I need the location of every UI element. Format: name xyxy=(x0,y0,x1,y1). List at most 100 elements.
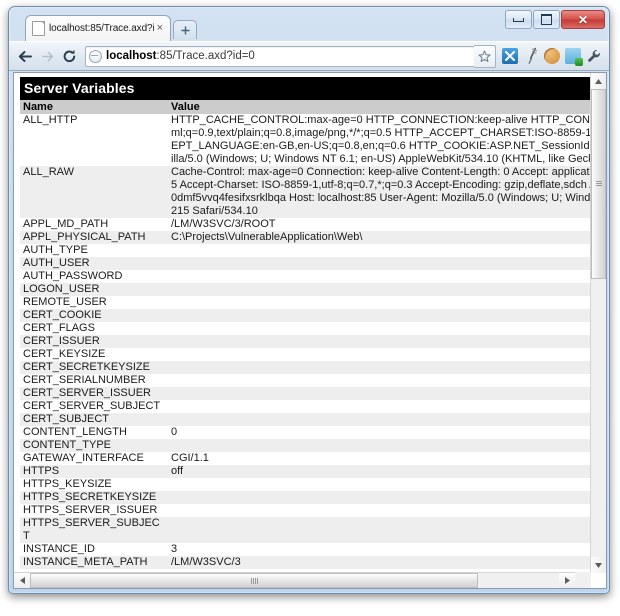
minimize-icon xyxy=(513,17,524,22)
variable-value-cell: HTTP_CACHE_CONTROL:max-age=0 HTTP_CONNEC… xyxy=(168,114,591,166)
variable-value-cell xyxy=(168,504,591,517)
variable-name-cell: CERT_SERVER_SUBJECT xyxy=(20,400,168,413)
variable-value-cell: /LM/W3SVC/3/ROOT xyxy=(168,218,591,231)
variable-name-cell: HTTPS xyxy=(20,465,168,478)
scroll-right-button[interactable] xyxy=(559,573,575,588)
cookie-icon xyxy=(544,48,560,64)
vertical-scrollbar[interactable] xyxy=(590,73,606,573)
scroll-left-button[interactable] xyxy=(14,573,30,588)
table-row: APPL_MD_PATH/LM/W3SVC/3/ROOT xyxy=(20,218,591,231)
variable-name-cell: CERT_SUBJECT xyxy=(20,413,168,426)
desktop-background: localhost:85/Trace.axd?id... × ✕ xyxy=(0,0,620,616)
maximize-button[interactable] xyxy=(533,10,560,29)
variable-value-cell xyxy=(168,296,591,309)
variable-name-cell: CERT_SERIALNUMBER xyxy=(20,374,168,387)
close-button[interactable]: ✕ xyxy=(561,10,605,29)
variable-value-cell xyxy=(168,478,591,491)
variable-name-cell: CERT_KEYSIZE xyxy=(20,348,168,361)
variable-name-cell: CONTENT_TYPE xyxy=(20,439,168,452)
variable-value-cell xyxy=(168,400,591,413)
minimize-button[interactable] xyxy=(505,10,532,29)
variable-value-cell xyxy=(168,387,591,400)
variable-name-cell: ALL_RAW xyxy=(20,166,168,218)
extension-x-button[interactable] xyxy=(500,46,520,66)
bookmark-star-button[interactable] xyxy=(474,44,496,68)
variable-name-cell: CONTENT_LENGTH xyxy=(20,426,168,439)
variable-name-cell: APPL_PHYSICAL_PATH xyxy=(20,231,168,244)
extension-dart-button[interactable] xyxy=(518,43,544,69)
table-row: APPL_PHYSICAL_PATH C:\Projects\Vulnerable… xyxy=(20,231,591,244)
variable-name-cell: REMOTE_USER xyxy=(20,296,168,309)
table-row: CERT_SERVER_ISSUER xyxy=(20,387,591,400)
table-row: INSTANCE_META_PATH/LM/W3SVC/3 xyxy=(20,556,591,569)
scrollbar-grip-icon xyxy=(251,578,258,584)
table-row: LOGON_USER xyxy=(20,283,591,296)
table-row: AUTH_USER xyxy=(20,257,591,270)
variable-value-cell xyxy=(168,270,591,283)
back-button[interactable] xyxy=(14,45,36,67)
variable-name-cell: INSTANCE_META_PATH xyxy=(20,556,168,569)
table-body: ALL_HTTP HTTP_CACHE_CONTROL:max-age=0 HTT… xyxy=(20,114,591,569)
close-icon: ✕ xyxy=(577,12,589,27)
variable-name-cell: ALL_HTTP xyxy=(20,114,168,166)
skype-icon xyxy=(565,48,583,66)
variable-value-cell: 3 xyxy=(168,543,591,556)
variable-name-cell: CERT_SERVER_ISSUER xyxy=(20,387,168,400)
server-variables-table: Name Value ALL_HTTP HTTP_CACHE_CONTROL:ma… xyxy=(20,100,591,569)
variable-value-cell xyxy=(168,517,591,543)
variable-name-cell: HTTPS_KEYSIZE xyxy=(20,478,168,491)
variable-value-cell xyxy=(168,257,591,270)
variable-value-cell: CGI/1.1 xyxy=(168,452,591,465)
table-header-row: Name Value xyxy=(20,100,591,114)
variable-name-cell: HTTPS_SERVER_ISSUER xyxy=(20,504,168,517)
table-row: CONTENT_TYPE xyxy=(20,439,591,452)
address-bar[interactable]: localhost:85/Trace.axd?id=0 xyxy=(85,45,475,67)
x-glyph-icon xyxy=(505,51,515,61)
table-row: HTTPS off xyxy=(20,465,591,478)
maximize-icon xyxy=(541,14,552,25)
dart-icon xyxy=(527,47,537,64)
table-row: CERT_COOKIE xyxy=(20,309,591,322)
column-header-name: Name xyxy=(20,100,168,114)
table-row: ALL_HTTP HTTP_CACHE_CONTROL:max-age=0 HTT… xyxy=(20,114,591,166)
reload-button[interactable] xyxy=(58,45,80,67)
forward-button[interactable] xyxy=(36,45,58,67)
table-row: AUTH_TYPE xyxy=(20,244,591,257)
tab-strip: localhost:85/Trace.axd?id... × ✕ xyxy=(9,7,609,41)
extension-cookie-button[interactable] xyxy=(542,46,562,66)
scrollbar-corner xyxy=(575,572,591,588)
chrome-menu-button[interactable] xyxy=(584,46,604,66)
new-tab-button[interactable] xyxy=(173,20,197,39)
variable-name-cell: INSTANCE_ID xyxy=(20,543,168,556)
triangle-up-icon xyxy=(595,78,602,84)
table-row: CERT_SECRETKEYSIZE xyxy=(20,361,591,374)
browser-window: localhost:85/Trace.axd?id... × ✕ xyxy=(8,6,610,594)
horizontal-scrollbar[interactable] xyxy=(14,572,591,588)
triangle-right-icon xyxy=(564,577,570,584)
variable-name-cell: CERT_COOKIE xyxy=(20,309,168,322)
variable-name-cell: CERT_SECRETKEYSIZE xyxy=(20,361,168,374)
variable-value-cell: C:\Projects\VulnerableApplication\Web\ xyxy=(168,231,591,244)
browser-tab-active[interactable]: localhost:85/Trace.axd?id... × xyxy=(25,15,171,41)
table-row: REMOTE_USER xyxy=(20,296,591,309)
scrollbar-grip-icon xyxy=(596,181,602,187)
extension-skype-button[interactable] xyxy=(563,46,583,66)
variable-value-cell xyxy=(168,348,591,361)
page-title: Server Variables xyxy=(20,77,591,100)
url-path: :85/Trace.axd?id=0 xyxy=(156,50,255,62)
scroll-up-button[interactable] xyxy=(591,73,606,89)
tab-close-icon[interactable]: × xyxy=(154,23,166,34)
variable-name-cell: HTTPS_SECRETKEYSIZE xyxy=(20,491,168,504)
column-header-value: Value xyxy=(168,100,591,114)
window-controls: ✕ xyxy=(504,10,605,30)
table-row: HTTPS_SERVER_SUBJECT xyxy=(20,517,591,543)
page-favicon-icon xyxy=(32,21,45,36)
variable-value-cell xyxy=(168,322,591,335)
scroll-down-button[interactable] xyxy=(591,557,606,573)
variable-name-cell: AUTH_USER xyxy=(20,257,168,270)
tab-title: localhost:85/Trace.axd?id... xyxy=(49,23,154,34)
reload-icon xyxy=(63,49,75,62)
vertical-scrollbar-thumb[interactable] xyxy=(591,89,606,279)
variable-value-cell xyxy=(168,335,591,348)
horizontal-scrollbar-thumb[interactable] xyxy=(30,573,478,588)
